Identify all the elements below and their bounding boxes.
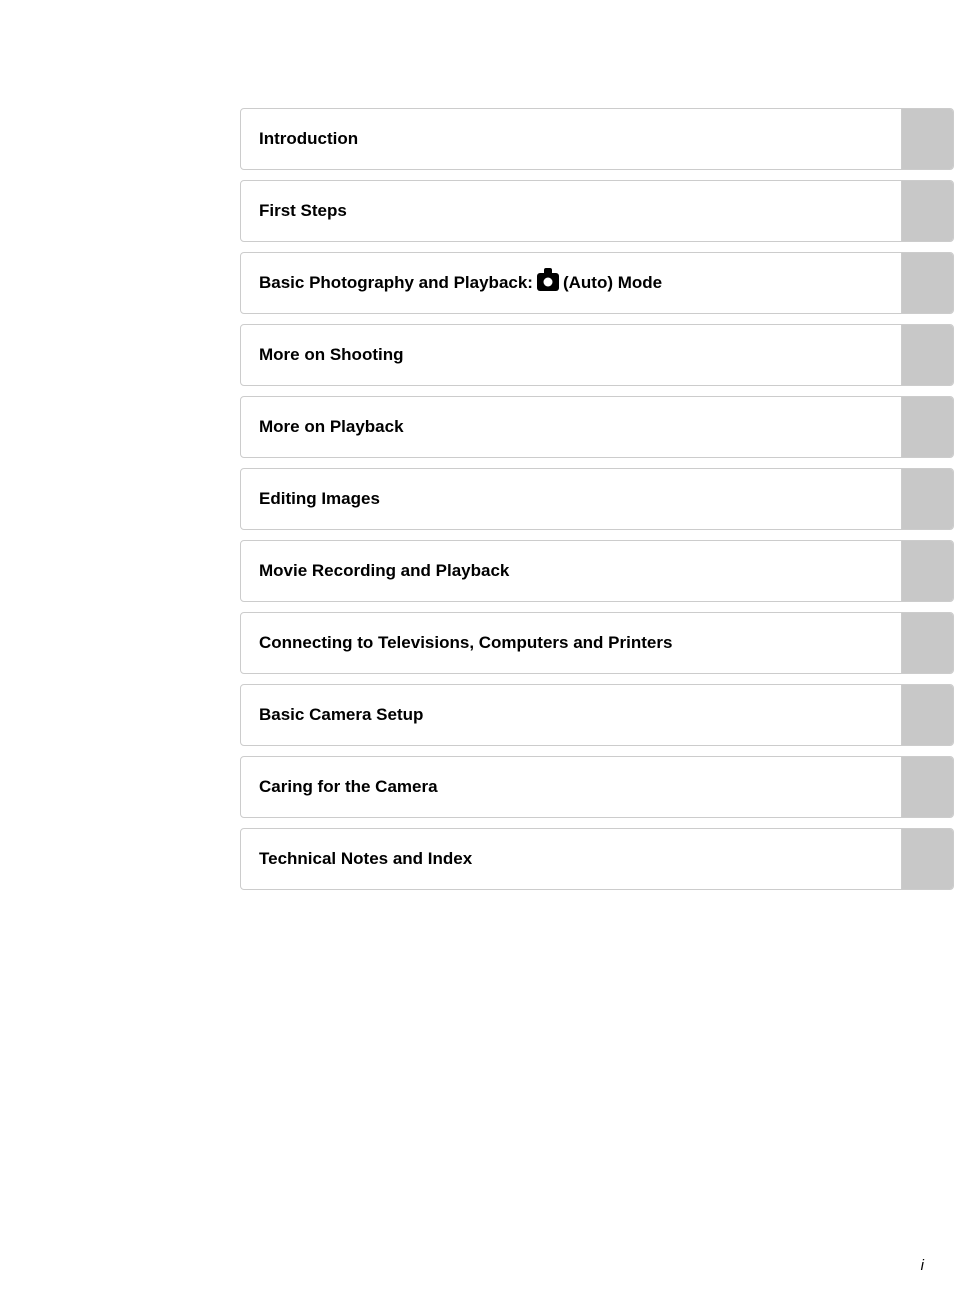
toc-item-label: More on Shooting: [241, 325, 901, 385]
toc-item-introduction[interactable]: Introduction: [240, 108, 954, 170]
toc-item-technical-notes[interactable]: Technical Notes and Index: [240, 828, 954, 890]
toc-item-tab: [901, 469, 953, 529]
toc-item-caring-for-camera[interactable]: Caring for the Camera: [240, 756, 954, 818]
toc-item-label: Technical Notes and Index: [241, 829, 901, 889]
toc-item-label: More on Playback: [241, 397, 901, 457]
toc-item-label: Introduction: [241, 109, 901, 169]
toc-item-first-steps[interactable]: First Steps: [240, 180, 954, 242]
toc-item-more-on-shooting[interactable]: More on Shooting: [240, 324, 954, 386]
camera-icon: [537, 273, 559, 291]
toc-item-label: Connecting to Televisions, Computers and…: [241, 613, 901, 673]
table-of-contents: Introduction First Steps Basic Photograp…: [240, 108, 954, 900]
toc-item-label: Basic Photography and Playback: (Auto) M…: [241, 253, 901, 313]
toc-item-tab: [901, 253, 953, 313]
toc-item-tab: [901, 685, 953, 745]
toc-item-tab: [901, 181, 953, 241]
toc-item-tab: [901, 829, 953, 889]
toc-item-label: First Steps: [241, 181, 901, 241]
toc-item-basic-photography[interactable]: Basic Photography and Playback: (Auto) M…: [240, 252, 954, 314]
toc-item-more-on-playback[interactable]: More on Playback: [240, 396, 954, 458]
toc-item-label: Movie Recording and Playback: [241, 541, 901, 601]
toc-item-tab: [901, 109, 953, 169]
toc-item-connecting[interactable]: Connecting to Televisions, Computers and…: [240, 612, 954, 674]
toc-item-label: Basic Camera Setup: [241, 685, 901, 745]
toc-item-label: Caring for the Camera: [241, 757, 901, 817]
toc-item-movie-recording[interactable]: Movie Recording and Playback: [240, 540, 954, 602]
page-number: i: [921, 1257, 924, 1274]
toc-item-editing-images[interactable]: Editing Images: [240, 468, 954, 530]
toc-item-label: Editing Images: [241, 469, 901, 529]
toc-item-tab: [901, 613, 953, 673]
toc-item-tab: [901, 757, 953, 817]
toc-item-tab: [901, 397, 953, 457]
toc-item-tab: [901, 541, 953, 601]
toc-item-basic-camera-setup[interactable]: Basic Camera Setup: [240, 684, 954, 746]
toc-item-tab: [901, 325, 953, 385]
